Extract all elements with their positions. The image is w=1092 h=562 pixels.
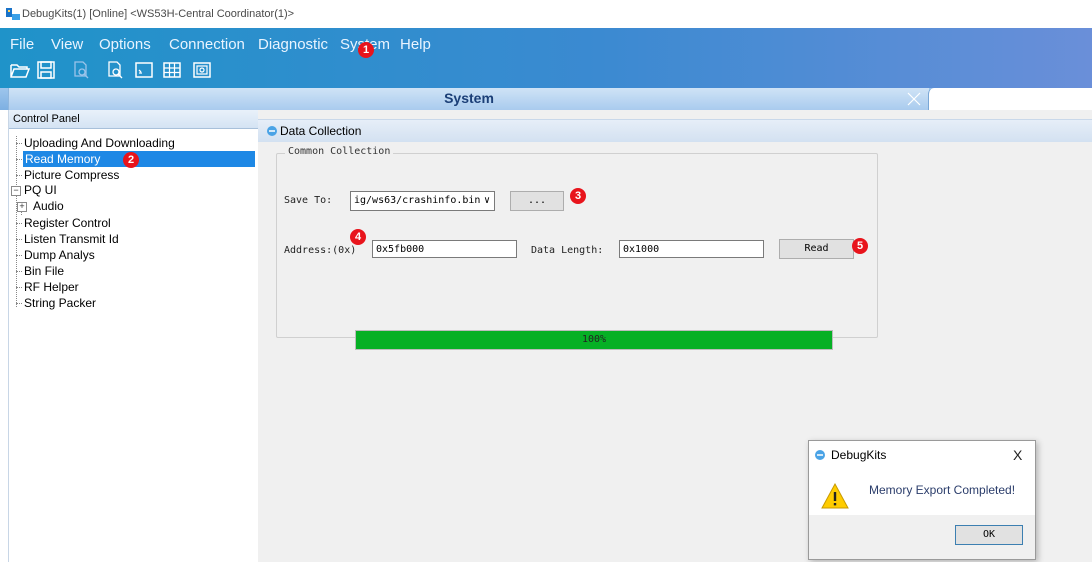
tree-item-listen-transmit[interactable]: Listen Transmit Id bbox=[24, 231, 119, 247]
tree-item-read-memory[interactable]: Read Memory bbox=[23, 151, 255, 167]
message-dialog: DebugKits X Memory Export Completed! OK bbox=[808, 440, 1036, 560]
data-length-input[interactable]: 0x1000 bbox=[619, 240, 764, 258]
app-icon bbox=[815, 450, 825, 460]
annotation-marker-1: 1 bbox=[358, 42, 374, 58]
dialog-footer: OK bbox=[809, 515, 1035, 559]
address-input[interactable]: 0x5fb000 bbox=[372, 240, 517, 258]
menu-file[interactable]: File bbox=[10, 36, 34, 53]
collapse-icon[interactable]: − bbox=[11, 186, 21, 196]
save-to-value: ig/ws63/crashinfo.bin bbox=[354, 195, 481, 206]
close-icon[interactable]: X bbox=[1013, 447, 1022, 463]
tree-guide-line bbox=[16, 136, 17, 307]
tree-item-rf-helper[interactable]: RF Helper bbox=[24, 279, 79, 295]
data-collection-icon bbox=[267, 126, 277, 136]
progress-text: 100% bbox=[581, 334, 607, 345]
menu-help[interactable]: Help bbox=[400, 36, 431, 53]
save-to-select[interactable]: ig/ws63/crashinfo.bin ∨ bbox=[350, 191, 495, 211]
address-label: Address:(0x) bbox=[284, 245, 357, 256]
table-icon[interactable] bbox=[162, 60, 182, 80]
browse-button[interactable]: ... bbox=[510, 191, 564, 211]
annotation-marker-3: 3 bbox=[570, 188, 586, 204]
chevron-down-icon: ∨ bbox=[483, 195, 490, 206]
tree-item-dump-analys[interactable]: Dump Analys bbox=[24, 247, 95, 263]
tree-connector bbox=[16, 287, 22, 288]
menu-options[interactable]: Options bbox=[99, 36, 151, 53]
tree-connector bbox=[16, 303, 22, 304]
tree-connector bbox=[16, 159, 22, 160]
ok-button[interactable]: OK bbox=[955, 525, 1023, 545]
menu-connection[interactable]: Connection bbox=[169, 36, 245, 53]
tree-item-bin-file[interactable]: Bin File bbox=[24, 263, 64, 279]
tree-item-pq-ui[interactable]: PQ UI bbox=[24, 182, 57, 198]
menu-diagnostic[interactable]: Diagnostic bbox=[258, 36, 328, 53]
common-collection-group: Common Collection Save To: ig/ws63/crash… bbox=[276, 146, 878, 350]
menu-view[interactable]: View bbox=[51, 36, 83, 53]
save-icon[interactable] bbox=[36, 60, 56, 80]
read-button[interactable]: Read bbox=[779, 239, 854, 259]
tab-system[interactable]: System bbox=[8, 88, 929, 110]
terminal-icon[interactable] bbox=[134, 60, 154, 80]
save-to-label: Save To: bbox=[284, 195, 333, 206]
tab-strip-empty bbox=[928, 88, 1092, 110]
dialog-title: DebugKits bbox=[831, 448, 887, 462]
tree-item-picture-compress[interactable]: Picture Compress bbox=[24, 167, 119, 183]
tree-item-read-memory-label: Read Memory bbox=[25, 152, 101, 166]
data-collection-header: Data Collection bbox=[258, 119, 1092, 142]
dialog-message: Memory Export Completed! bbox=[869, 483, 1016, 497]
app-icon bbox=[6, 8, 20, 20]
title-bar: DebugKits(1) [Online] <WS53H-Central Coo… bbox=[0, 0, 1092, 28]
tree-item-uploading[interactable]: Uploading And Downloading bbox=[24, 135, 175, 151]
annotation-marker-2: 2 bbox=[123, 152, 139, 168]
document-export-icon[interactable] bbox=[106, 60, 126, 80]
tree-item-string-packer[interactable]: String Packer bbox=[24, 295, 96, 311]
data-collection-title: Data Collection bbox=[280, 124, 362, 138]
menubar-area: File View Options Connection Diagnostic … bbox=[0, 28, 1092, 88]
group-label: Common Collection bbox=[285, 146, 394, 157]
tree-connector bbox=[16, 255, 22, 256]
tab-strip: System bbox=[0, 88, 1092, 110]
annotation-marker-4: 4 bbox=[350, 229, 366, 245]
camera-icon[interactable] bbox=[192, 60, 212, 80]
close-tab-icon[interactable] bbox=[906, 91, 922, 107]
open-folder-icon[interactable] bbox=[10, 60, 31, 80]
expand-icon[interactable]: + bbox=[17, 202, 27, 212]
tree-item-audio[interactable]: Audio bbox=[33, 198, 64, 214]
control-panel-title: Control Panel bbox=[13, 113, 80, 125]
data-length-label: Data Length: bbox=[531, 245, 604, 256]
tree-connector bbox=[16, 175, 22, 176]
window-title: DebugKits(1) [Online] <WS53H-Central Coo… bbox=[22, 8, 295, 20]
tree-connector bbox=[16, 271, 22, 272]
control-panel-header: Control Panel bbox=[9, 110, 258, 129]
tree-connector bbox=[16, 143, 22, 144]
progress-bar: 100% bbox=[355, 330, 833, 350]
document-disabled-icon bbox=[72, 60, 92, 80]
tree-connector bbox=[16, 239, 22, 240]
annotation-marker-5: 5 bbox=[852, 238, 868, 254]
warning-icon bbox=[821, 483, 849, 509]
tree-connector bbox=[16, 223, 22, 224]
tree-item-register-control[interactable]: Register Control bbox=[24, 215, 111, 231]
tab-system-label: System bbox=[444, 90, 494, 106]
control-panel: Control Panel Uploading And Downloading … bbox=[8, 110, 259, 562]
